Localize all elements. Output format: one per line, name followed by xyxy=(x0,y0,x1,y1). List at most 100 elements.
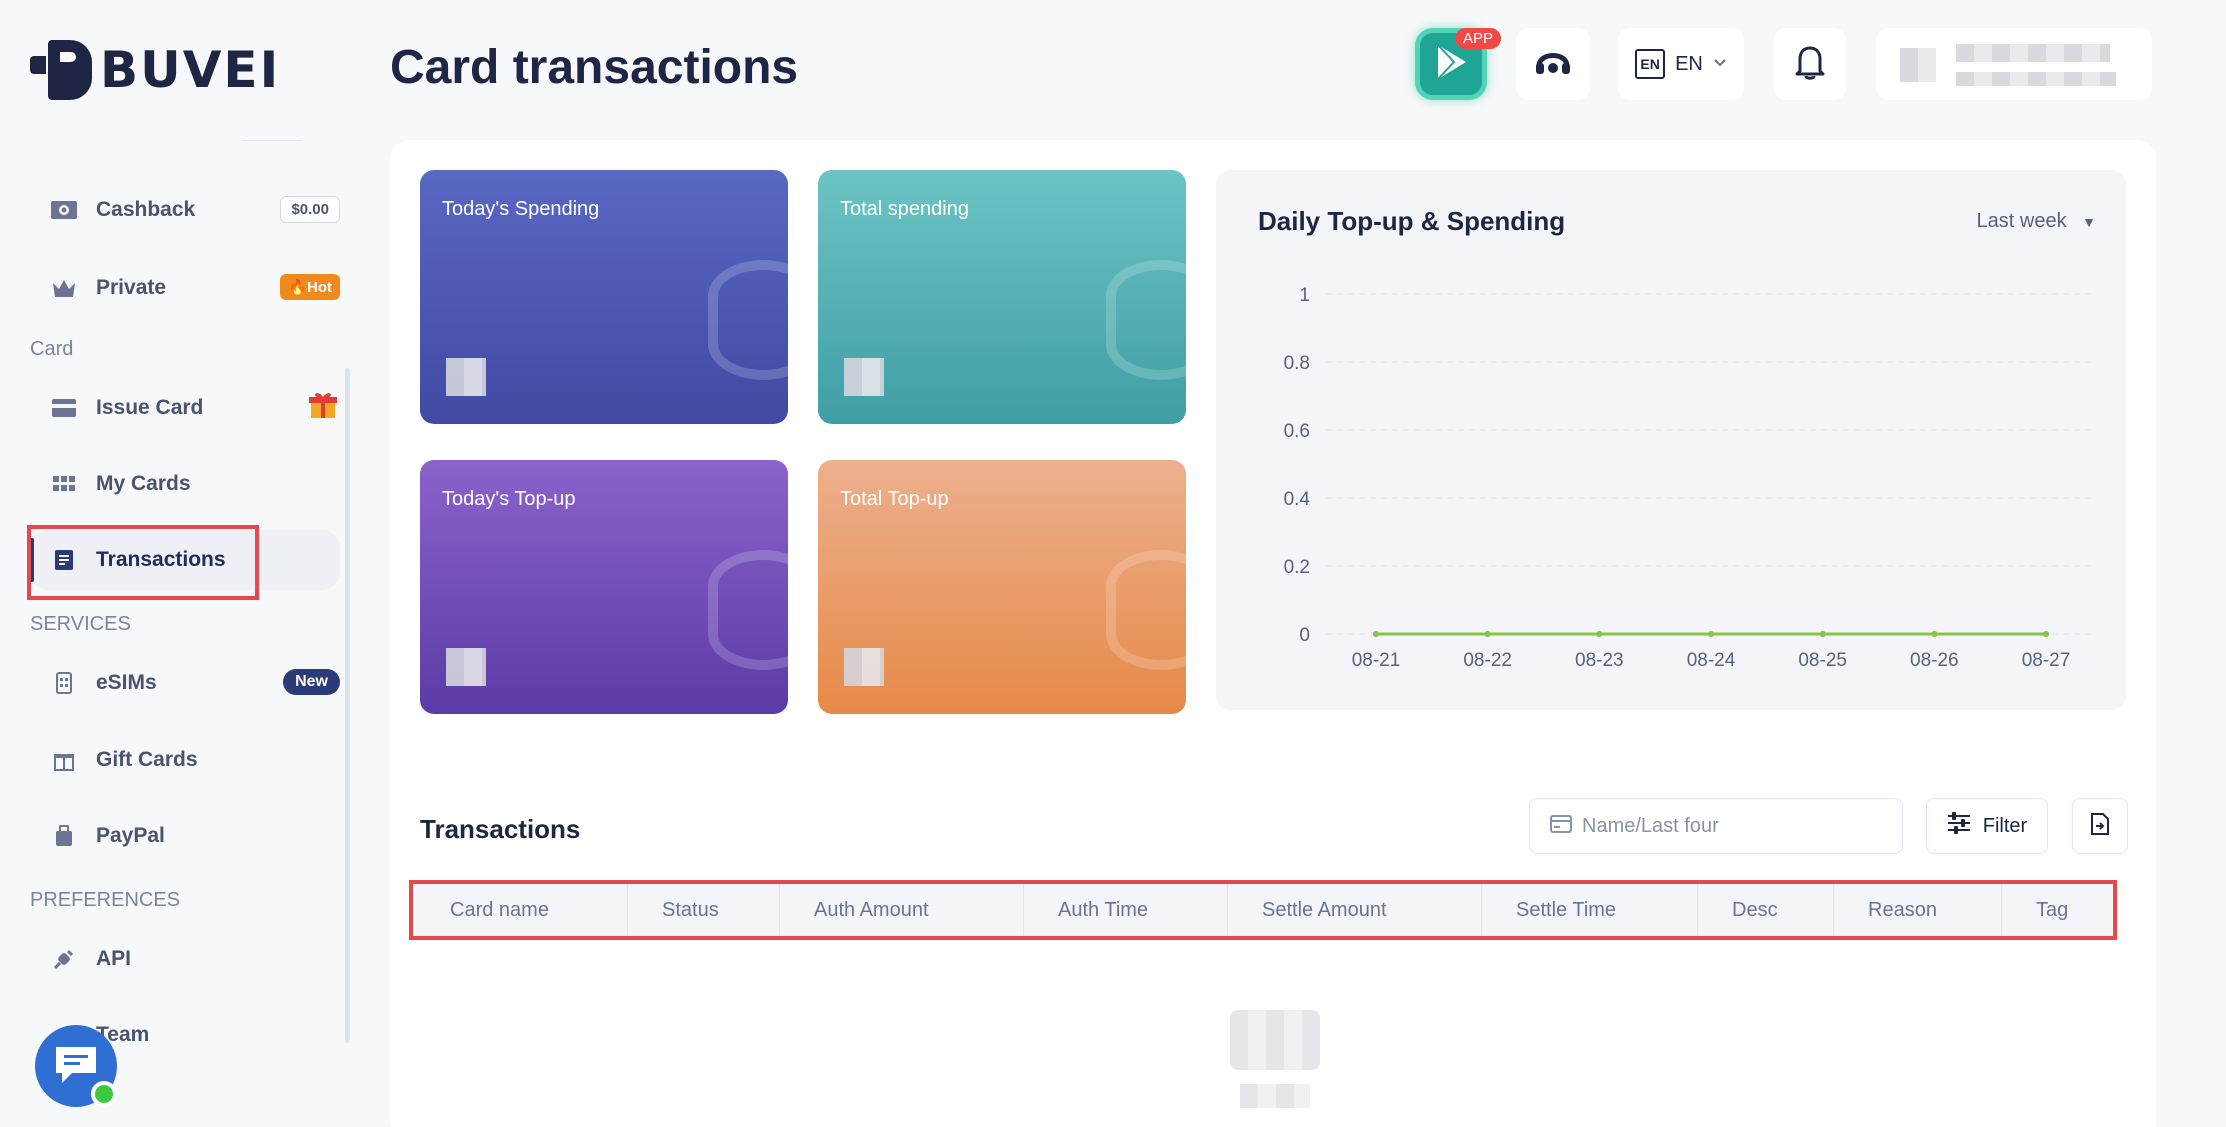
card-icon xyxy=(50,394,78,422)
user-menu[interactable] xyxy=(1876,28,2152,100)
grid-icon xyxy=(50,470,78,498)
notifications-button[interactable] xyxy=(1774,28,1846,100)
logo-mark-icon xyxy=(30,40,92,100)
y-tick-label: 0.8 xyxy=(1284,353,1310,374)
sidebar-item-label: Cashback xyxy=(96,198,196,221)
section-title-preferences: PREFERENCES xyxy=(30,889,181,911)
x-tick-label: 08-25 xyxy=(1798,650,1847,671)
bell-icon xyxy=(1793,43,1827,86)
app-badge: APP xyxy=(1455,28,1502,49)
gift-card-icon xyxy=(50,746,78,774)
chat-icon xyxy=(52,1043,100,1090)
stat-label: Total spending xyxy=(840,198,969,220)
section-title-services: SERVICES xyxy=(30,613,131,635)
language-label: EN xyxy=(1675,52,1703,75)
sidebar-scrollbar[interactable] xyxy=(345,368,350,1043)
data-point xyxy=(1596,631,1603,637)
stat-card-today-topup: Today's Top-up xyxy=(420,460,788,714)
sliders-icon xyxy=(1947,812,1971,840)
stat-label: Today's Spending xyxy=(442,198,600,220)
x-tick-label: 08-21 xyxy=(1352,650,1401,671)
sidebar: BUVEI Cashback $0.00 Private 🔥Hot Card I… xyxy=(0,0,350,1127)
data-point xyxy=(2043,631,2049,637)
y-tick-label: 0.2 xyxy=(1284,557,1310,578)
play-store-icon xyxy=(1434,43,1468,86)
coin-icon xyxy=(1106,550,1186,670)
sidebar-item-esims[interactable]: eSIMs New xyxy=(30,653,340,713)
headset-icon xyxy=(1534,46,1572,83)
sidebar-item-cashback[interactable]: Cashback $0.00 xyxy=(30,180,340,240)
brand-name: BUVEI xyxy=(100,41,281,99)
data-point xyxy=(1708,631,1714,637)
sim-icon xyxy=(50,669,78,697)
brand-logo[interactable]: BUVEI xyxy=(30,40,280,100)
avatar xyxy=(1900,48,1936,82)
data-point xyxy=(1373,631,1379,637)
sidebar-item-private[interactable]: Private 🔥Hot xyxy=(30,258,340,318)
sidebar-item-label: PayPal xyxy=(96,824,165,847)
search-field[interactable] xyxy=(1529,798,1903,854)
y-tick-label: 0 xyxy=(1299,625,1310,646)
language-icon: EN xyxy=(1635,49,1666,79)
sidebar-item-label: eSIMs xyxy=(96,671,157,694)
wallet-icon xyxy=(50,822,78,850)
export-file-icon xyxy=(2090,812,2110,840)
user-name-redacted xyxy=(1956,44,2110,62)
search-input[interactable] xyxy=(1582,814,1882,838)
sidebar-item-label: My Cards xyxy=(96,472,191,495)
stat-label: Today's Top-up xyxy=(442,488,576,510)
divider xyxy=(242,140,302,141)
online-status-dot xyxy=(91,1081,117,1107)
export-button[interactable] xyxy=(2072,798,2128,854)
x-tick-label: 08-26 xyxy=(1910,650,1959,671)
sidebar-item-my-cards[interactable]: My Cards xyxy=(30,454,340,514)
highlight-box xyxy=(27,525,259,600)
sidebar-item-label: Private xyxy=(96,276,167,299)
daily-chart-card: Daily Top-up & Spending Last week ▼ 1 0.8… xyxy=(1216,170,2126,710)
chart-plot: 1 0.8 0.6 0.4 0.2 0 08-21 08-22 08-23 08-24 08-25 0… xyxy=(1284,285,2096,671)
sidebar-item-label: API xyxy=(96,947,132,970)
plug-icon xyxy=(50,945,78,973)
transactions-title: Transactions xyxy=(420,814,581,844)
highlight-box xyxy=(409,880,2117,940)
support-button[interactable] xyxy=(1516,28,1590,100)
sidebar-item-issue-card[interactable]: Issue Card xyxy=(30,378,340,438)
y-tick-label: 0.6 xyxy=(1284,421,1310,442)
user-id-redacted xyxy=(1956,72,2116,86)
data-point xyxy=(1819,631,1826,637)
page-title: Card transactions xyxy=(390,41,799,94)
sidebar-item-label: Issue Card xyxy=(96,396,204,419)
sidebar-item-paypal[interactable]: PayPal xyxy=(30,806,340,866)
coin-icon xyxy=(1106,260,1186,380)
crown-icon xyxy=(50,274,78,302)
x-tick-label: 08-27 xyxy=(2022,650,2071,671)
sidebar-item-gift-cards[interactable]: Gift Cards xyxy=(30,730,340,790)
coin-icon xyxy=(708,550,788,670)
stat-card-total-spending: Total spending xyxy=(818,170,1186,424)
stat-value-redacted xyxy=(844,648,884,686)
y-tick-label: 0.4 xyxy=(1284,489,1311,510)
y-tick-label: 1 xyxy=(1299,285,1310,306)
language-selector[interactable]: EN EN xyxy=(1618,28,1744,100)
cash-icon xyxy=(50,196,78,224)
stat-label: Total Top-up xyxy=(840,488,949,510)
data-point xyxy=(1931,631,1938,637)
sidebar-item-api[interactable]: API xyxy=(30,929,340,989)
section-title-card: Card xyxy=(30,338,74,360)
data-point xyxy=(1484,631,1491,637)
empty-state-icon xyxy=(1230,1010,1320,1110)
stat-card-total-topup: Total Top-up xyxy=(818,460,1186,714)
gift-icon xyxy=(308,390,338,425)
card-icon xyxy=(1550,814,1572,838)
x-tick-label: 08-22 xyxy=(1463,650,1512,671)
filter-label: Filter xyxy=(1982,814,2028,837)
new-badge: New xyxy=(283,669,340,695)
sidebar-item-label: Gift Cards xyxy=(96,748,198,771)
chat-support-button[interactable] xyxy=(35,1025,117,1107)
filter-button[interactable]: Filter xyxy=(1926,798,2048,854)
stat-value-redacted xyxy=(844,358,884,396)
chevron-down-icon xyxy=(1713,55,1727,73)
x-tick-label: 08-23 xyxy=(1575,650,1624,671)
stat-value-redacted xyxy=(446,648,486,686)
stat-value-redacted xyxy=(446,358,486,396)
